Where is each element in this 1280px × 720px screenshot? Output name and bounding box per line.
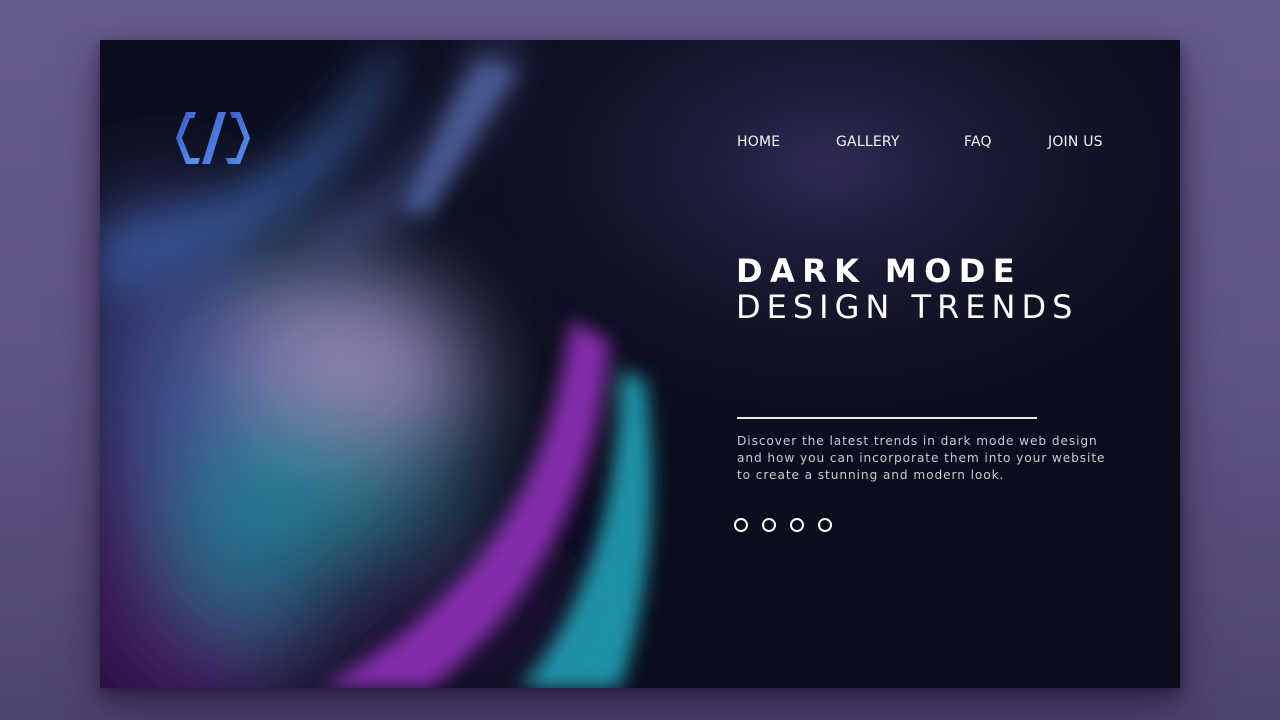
hero-description-line: to create a stunning and modern look. — [737, 468, 1005, 482]
nav-home[interactable]: HOME — [737, 134, 780, 150]
divider-line — [737, 417, 1037, 419]
hero-title-line-2: DESIGN TRENDS — [736, 288, 1079, 326]
carousel-dot-1[interactable] — [734, 518, 748, 532]
carousel-dot-2[interactable] — [762, 518, 776, 532]
hero-description: Discover the latest trends in dark mode … — [737, 433, 1117, 484]
nav-faq[interactable]: FAQ — [964, 134, 992, 150]
carousel-dot-4[interactable] — [818, 518, 832, 532]
hero-panel: HOME GALLERY FAQ JOIN US DARK MODE DESIG… — [100, 40, 1180, 688]
hero-description-line: Discover the latest trends in dark mode … — [737, 434, 1098, 448]
hero-title-line-1: DARK MODE — [736, 252, 1022, 290]
nav-join-us[interactable]: JOIN US — [1048, 134, 1103, 150]
hero-description-line: and how you can incorporate them into yo… — [737, 451, 1106, 465]
top-navigation: HOME GALLERY FAQ JOIN US — [100, 134, 1180, 154]
nav-gallery[interactable]: GALLERY — [836, 134, 900, 150]
carousel-dot-3[interactable] — [790, 518, 804, 532]
